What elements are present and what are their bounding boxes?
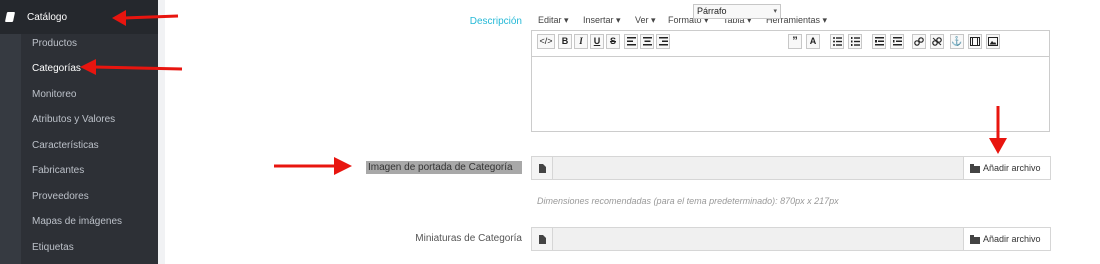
sidebar-divider [158,0,165,264]
anchor-icon[interactable]: ⚓ [950,34,964,49]
code-icon[interactable]: </> [537,34,555,49]
editor-menubar: Editar ▾ Insertar ▾ Ver ▾ Formato ▾ Tabl… [531,10,1050,30]
menu-editar[interactable]: Editar ▾ [538,15,569,26]
align-left-icon[interactable] [624,34,638,49]
format-select[interactable]: Párrafo ▾ [693,4,781,19]
italic-icon[interactable]: I [574,34,588,49]
file-icon [531,156,553,180]
sidebar-item-categorias[interactable]: Categorías [32,63,81,74]
image-icon[interactable] [986,34,1000,49]
file-icon [531,227,553,251]
arrow-annotation-cover-label [274,157,352,175]
sidebar-item-productos[interactable]: Productos [32,38,77,49]
thumbnails-input[interactable] [553,227,964,251]
description-label: Descripción [469,16,522,27]
cover-add-file-button[interactable]: Añadir archivo [963,156,1051,180]
sidebar-item-proveedores[interactable]: Proveedores [32,191,89,202]
align-right-icon[interactable] [656,34,670,49]
sidebar-item-mapas[interactable]: Mapas de imágenes [32,216,122,227]
arrow-annotation-catalogo [112,10,179,26]
cover-image-input[interactable] [553,156,964,180]
description-editor[interactable] [531,56,1050,132]
bullet-list-icon[interactable] [830,34,844,49]
book-icon [4,12,16,22]
sidebar-item-etiquetas[interactable]: Etiquetas [32,242,74,253]
arrow-annotation-add-file [989,106,1007,154]
thumbnails-label: Miniaturas de Categoría [415,233,522,244]
align-center-icon[interactable] [640,34,654,49]
folder-icon [970,164,980,173]
media-icon[interactable] [968,34,982,49]
underline-icon[interactable]: U [590,34,604,49]
strikethrough-icon[interactable]: S [606,34,620,49]
sidebar-item-fabricantes[interactable]: Fabricantes [32,165,84,176]
menu-ver[interactable]: Ver ▾ [635,15,656,26]
chevron-down-icon: ▾ [773,8,777,15]
sidebar-item-atributos[interactable]: Atributos y Valores [32,114,115,125]
numbered-list-icon[interactable] [848,34,862,49]
bold-icon[interactable]: B [558,34,572,49]
text-color-icon[interactable]: A [806,34,820,49]
unlink-icon[interactable] [930,34,944,49]
blockquote-icon[interactable]: ” [788,34,802,49]
arrow-annotation-categorias [80,59,183,75]
indent-icon[interactable] [890,34,904,49]
link-icon[interactable] [912,34,926,49]
sidebar: Catálogo Productos Categorías Monitoreo … [0,0,158,264]
menu-insertar[interactable]: Insertar ▾ [583,15,621,26]
sidebar-item-caracteristicas[interactable]: Características [32,140,99,151]
sidebar-section-label: Catálogo [27,12,68,23]
cover-image-hint: Dimensiones recomendadas (para el tema p… [537,196,839,206]
sidebar-item-monitoreo[interactable]: Monitoreo [32,89,76,100]
folder-icon [970,235,980,244]
cover-image-label: Imagen de portada de Categoría [366,161,522,174]
outdent-icon[interactable] [872,34,886,49]
thumbnails-add-file-button[interactable]: Añadir archivo [963,227,1051,251]
